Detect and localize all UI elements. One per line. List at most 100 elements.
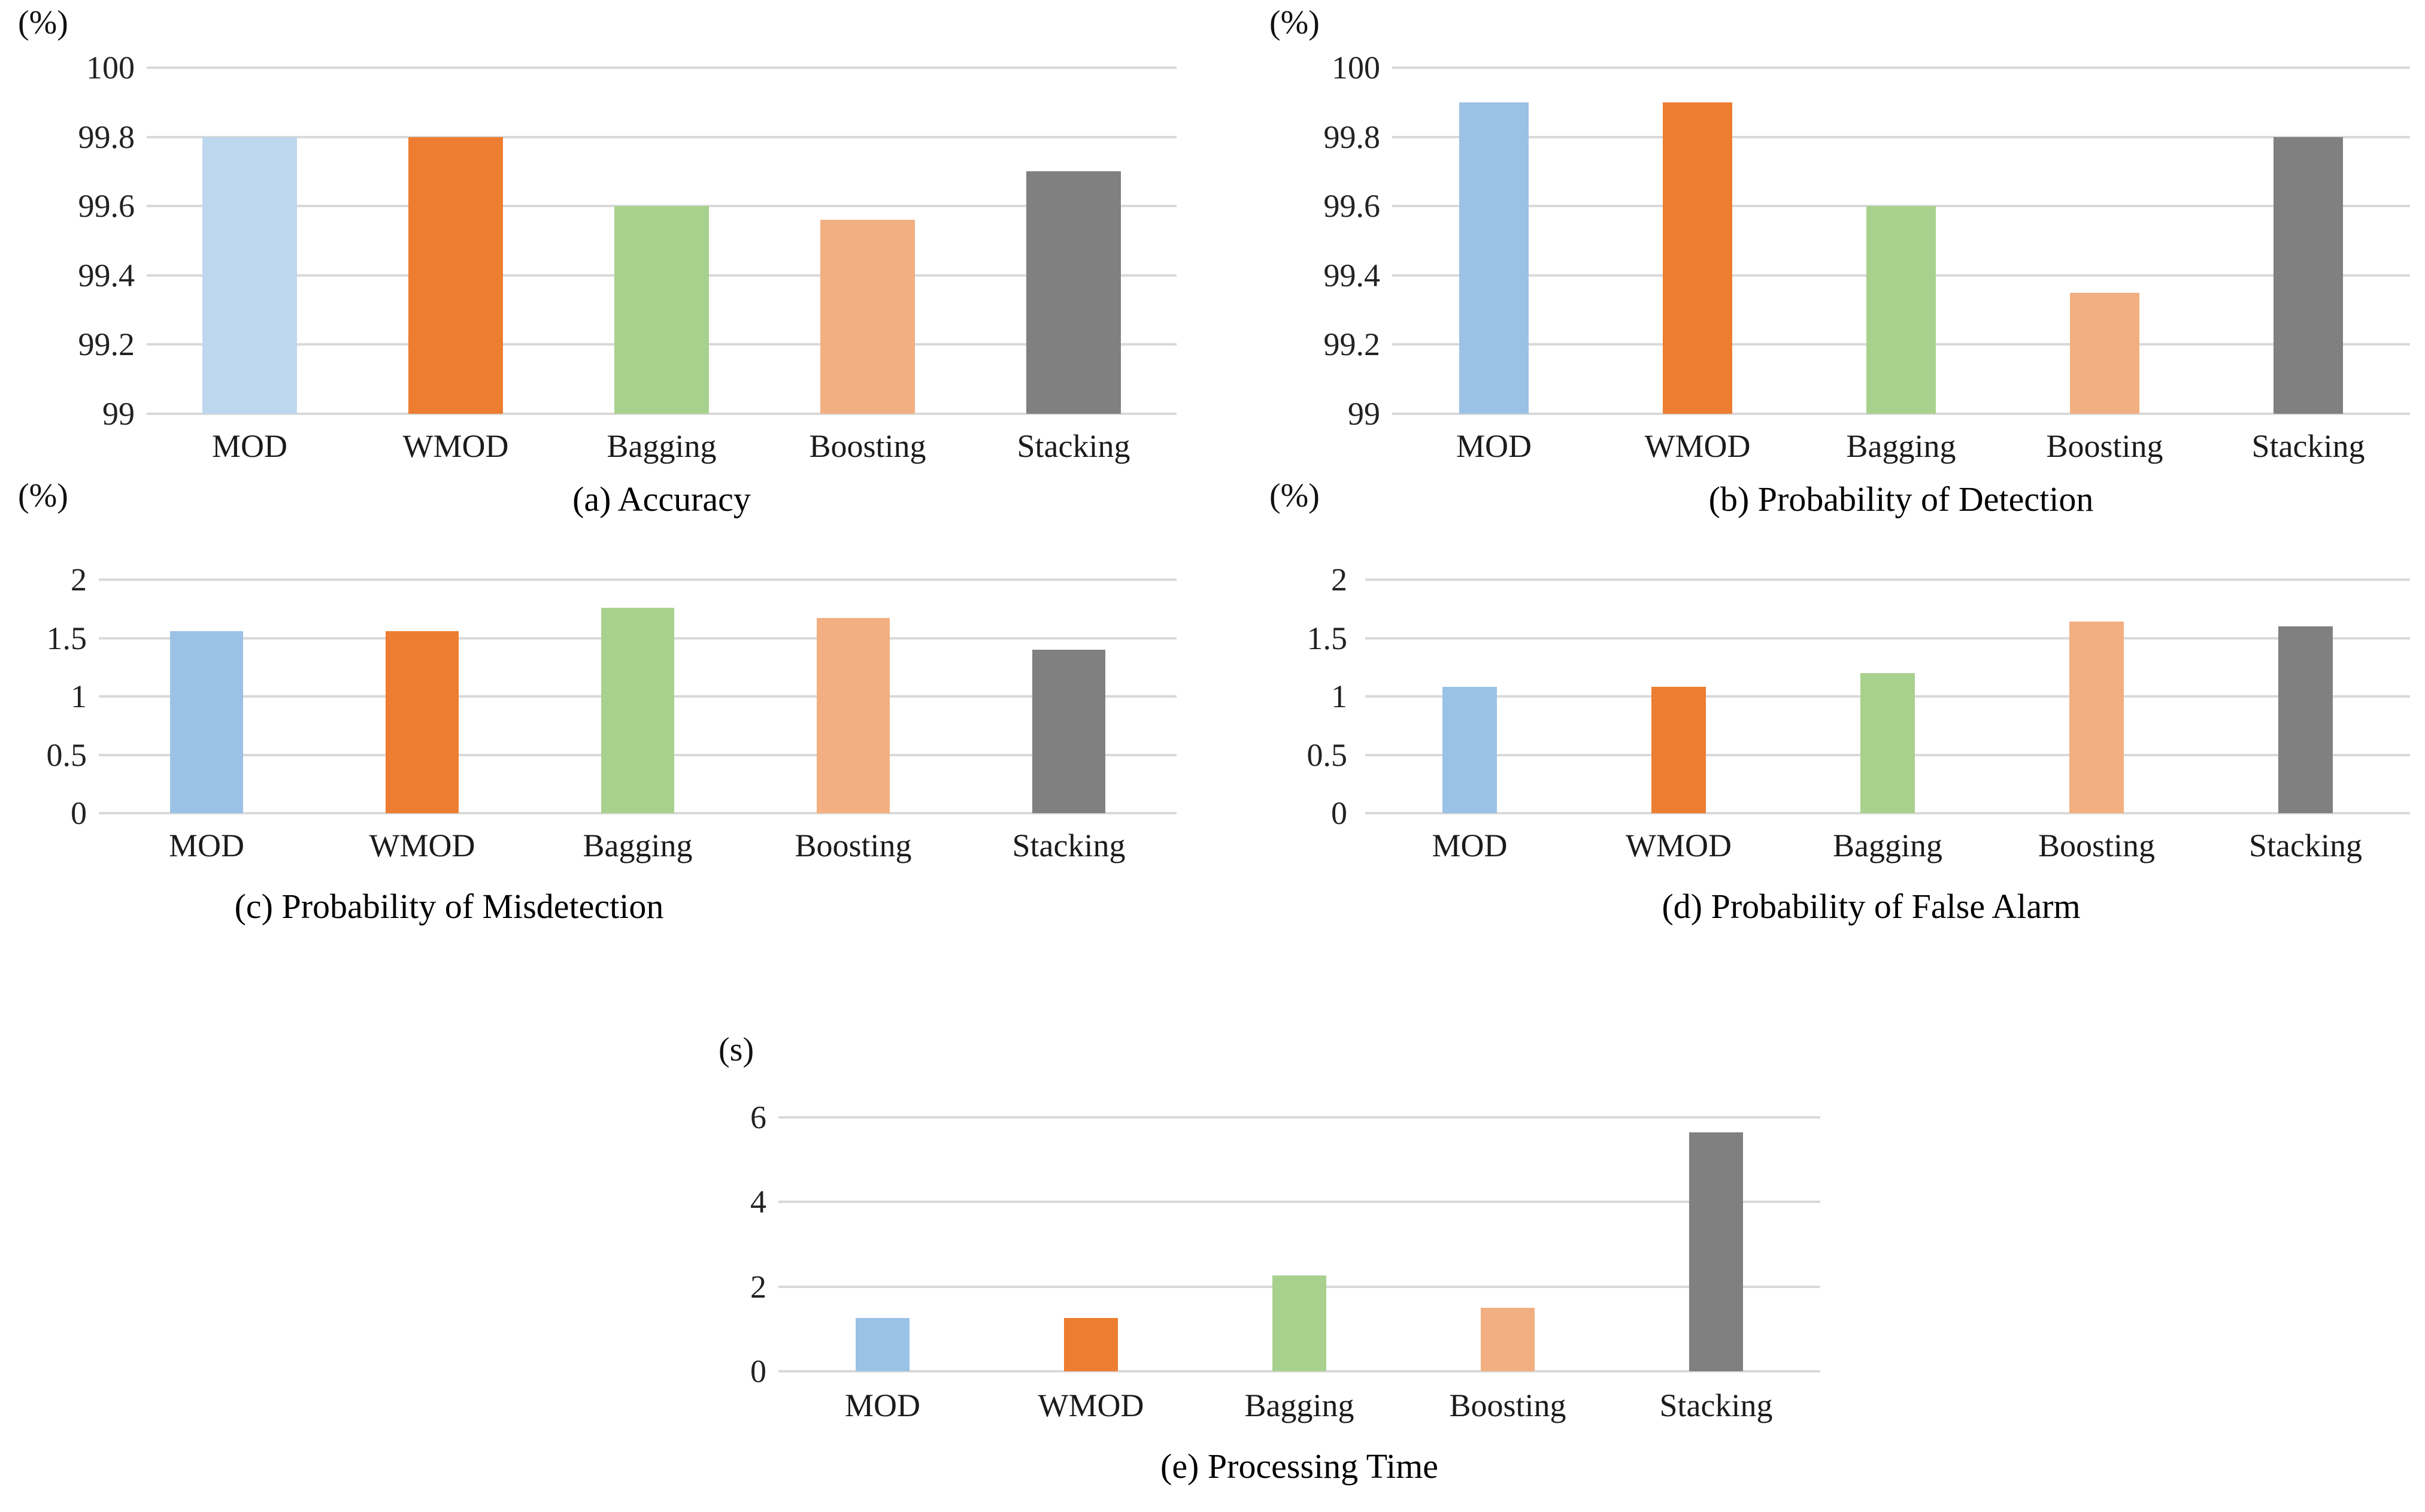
y-axis-tick-label: 0.5	[1307, 737, 1348, 773]
x-axis-tick-label: Boosting	[1449, 1387, 1566, 1423]
x-axis-tick-label: WMOD	[369, 828, 475, 863]
chart-e-caption: (e) Processing Time	[1160, 1447, 1438, 1486]
chart-b-unit-label: (%)	[1269, 4, 1320, 41]
bar-mod	[1442, 687, 1497, 813]
bar-mod	[855, 1317, 910, 1371]
chart-panel-e: (s) 6420 MOD WMOD Bagging Boosting Stacking …	[629, 1018, 1826, 1512]
bar-stacking	[1026, 171, 1121, 414]
y-axis-tick-label: 99.6	[1323, 188, 1381, 225]
chart-b-plot-area	[1392, 66, 2410, 415]
chart-e-bars	[778, 1117, 1820, 1371]
x-axis-tick-label: Stacking	[1659, 1387, 1773, 1423]
y-axis-tick-label: 99.2	[1323, 326, 1381, 363]
bar-wmod	[1651, 687, 1706, 813]
y-axis-tick-label: 2	[71, 562, 87, 598]
y-axis-tick-label: 1.5	[1307, 620, 1348, 656]
x-axis-tick-label: Bagging	[583, 828, 693, 863]
chart-panel-b: (%) 100 99.8 99.6 99.4 99.2 99 MOD WMOD Bagging…	[1212, 0, 2425, 517]
x-axis-tick-label: WMOD	[402, 428, 509, 464]
y-axis-tick-label: 0	[750, 1353, 766, 1389]
y-axis-tick-label: 99.2	[78, 326, 135, 363]
chart-e-plot-area	[778, 1116, 1820, 1372]
y-axis-tick-label: 1.5	[46, 620, 87, 656]
y-axis-tick-label: 4	[750, 1184, 766, 1220]
y-axis-tick-label: 0.5	[46, 737, 87, 773]
bar-mod	[1459, 102, 1529, 414]
bar-boosting	[2070, 292, 2139, 414]
chart-a-y-axis-labels: 100 99.8 99.6 99.4 99.2 99	[0, 51, 135, 430]
y-axis-tick-label: 99	[102, 396, 135, 432]
y-axis-tick-label: 2	[750, 1268, 766, 1305]
bar-boosting	[816, 618, 890, 813]
bar-mod	[202, 137, 298, 414]
chart-d-bars	[1365, 580, 2410, 813]
x-axis-tick-label: Boosting	[809, 428, 926, 464]
x-axis-tick-label: Bagging	[607, 428, 717, 464]
x-axis-tick-label: MOD	[168, 828, 244, 863]
chart-panel-d: (%) 2 1.5 1 0.5 0 MOD WMOD Bagging Boosting Stac…	[1212, 473, 2425, 1000]
bar-stacking	[2278, 626, 2333, 813]
chart-c-caption: (c) Probability of Misdetection	[234, 887, 664, 926]
x-axis-tick-label: MOD	[1432, 828, 1508, 863]
x-axis-tick-label: Bagging	[1846, 428, 1956, 464]
x-axis-tick-label: Bagging	[1244, 1387, 1354, 1423]
bar-mod	[169, 631, 244, 813]
chart-d-plot-area	[1365, 578, 2410, 814]
x-axis-tick-label: Boosting	[2038, 828, 2156, 863]
bar-bagging	[1272, 1275, 1327, 1371]
bar-wmod	[408, 137, 504, 414]
chart-c-x-axis-labels: MOD WMOD Bagging Boosting Stacking	[99, 829, 1177, 862]
y-axis-tick-label: 6	[750, 1099, 766, 1135]
chart-c-bars	[99, 580, 1177, 813]
chart-c-unit-label: (%)	[18, 477, 68, 514]
chart-d-unit-label: (%)	[1269, 477, 1320, 514]
y-axis-tick-label: 2	[1331, 562, 1347, 598]
chart-a-plot-area	[147, 66, 1177, 415]
x-axis-tick-label: Boosting	[795, 828, 912, 863]
chart-a-unit-label: (%)	[18, 4, 68, 41]
bar-wmod	[385, 631, 459, 813]
chart-d-caption: (d) Probability of False Alarm	[1662, 887, 2081, 926]
y-axis-tick-label: 99.4	[1323, 257, 1381, 293]
y-axis-tick-label: 99.4	[78, 257, 135, 293]
y-axis-tick-label: 100	[1332, 50, 1380, 86]
x-axis-tick-label: WMOD	[1038, 1387, 1144, 1423]
x-axis-tick-label: Stacking	[1017, 428, 1130, 464]
y-axis-tick-label: 1	[1331, 678, 1347, 714]
bar-stacking	[1689, 1132, 1744, 1371]
chart-a-bars	[147, 68, 1177, 414]
bar-bagging	[601, 607, 675, 813]
x-axis-tick-label: MOD	[211, 428, 287, 464]
chart-e-x-axis-labels: MOD WMOD Bagging Boosting Stacking	[778, 1389, 1820, 1422]
x-axis-tick-label: WMOD	[1626, 828, 1732, 863]
chart-b-y-axis-labels: 100 99.8 99.6 99.4 99.2 99	[1245, 51, 1381, 430]
bar-bagging	[1866, 206, 1936, 414]
chart-b-x-axis-labels: MOD WMOD Bagging Boosting Stacking	[1392, 430, 2410, 462]
bar-boosting	[1480, 1308, 1535, 1371]
bar-boosting	[2069, 622, 2124, 813]
chart-e-y-axis-labels: 6 4 2 0	[653, 1101, 766, 1387]
x-axis-tick-label: MOD	[1456, 428, 1532, 464]
chart-a-x-axis-labels: MOD WMOD Bagging Boosting Stacking	[147, 430, 1177, 462]
x-axis-tick-label: Bagging	[1833, 828, 1942, 863]
y-axis-tick-label: 1	[71, 678, 87, 714]
bar-stacking	[2274, 137, 2343, 414]
bar-stacking	[1032, 650, 1106, 813]
chart-e-unit-label: (s)	[719, 1031, 754, 1068]
chart-panel-a: (%) 100 99.8 99.6 99.4 99.2 99 MOD WMOD Bagging…	[0, 0, 1212, 517]
chart-b-bars	[1392, 68, 2410, 414]
x-axis-tick-label: WMOD	[1644, 428, 1751, 464]
x-axis-tick-label: Boosting	[2046, 428, 2163, 464]
bar-wmod	[1663, 102, 1732, 414]
chart-d-x-axis-labels: MOD WMOD Bagging Boosting Stacking	[1365, 829, 2410, 862]
y-axis-tick-label: 99	[1348, 396, 1380, 432]
y-axis-tick-label: 99.8	[1323, 119, 1381, 155]
chart-panel-c: (%) 2 1.5 1 0.5 0 MOD WMOD Bagging Boosting Stac…	[0, 473, 1212, 1000]
y-axis-tick-label: 100	[86, 50, 135, 86]
bar-bagging	[1860, 673, 1915, 813]
x-axis-tick-label: MOD	[844, 1387, 920, 1423]
y-axis-tick-label: 0	[71, 795, 87, 831]
y-axis-tick-label: 0	[1331, 795, 1347, 831]
x-axis-tick-label: Stacking	[1012, 828, 1126, 863]
chart-c-plot-area	[99, 578, 1177, 814]
